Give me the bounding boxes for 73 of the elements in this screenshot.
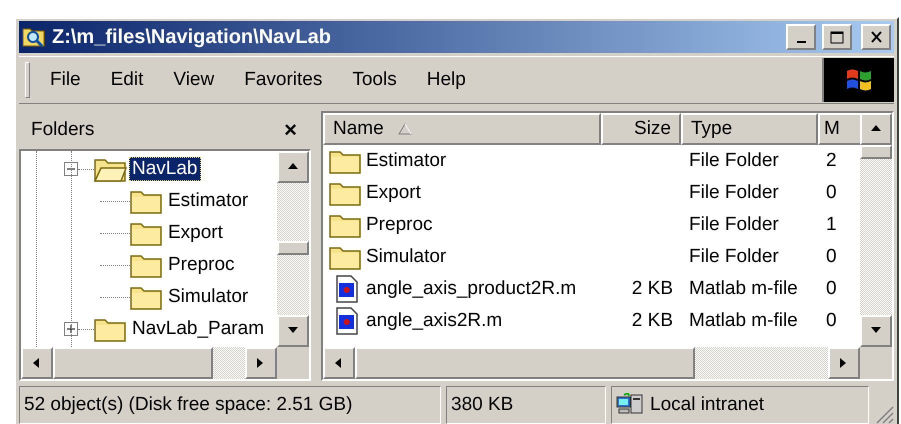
collapse-button[interactable] [64, 162, 78, 176]
scroll-left-button[interactable] [323, 347, 355, 379]
file-name[interactable]: Export [366, 182, 421, 204]
tree-item[interactable]: Estimator [165, 189, 252, 213]
column-header[interactable]: M [818, 113, 860, 145]
scroll-up-button[interactable] [860, 113, 892, 145]
file-name[interactable]: Estimator [366, 150, 446, 172]
horizontal-scrollbar[interactable] [21, 347, 277, 379]
close-button[interactable] [861, 24, 891, 50]
scroll-thumb[interactable] [355, 347, 695, 379]
table-cell: 2 [826, 150, 837, 171]
file-name[interactable]: Preproc [366, 214, 433, 236]
column-header[interactable]: Size [601, 113, 681, 145]
scrollbar-corner [277, 347, 309, 379]
column-header[interactable]: Name [323, 113, 601, 145]
scrollbar-corner [860, 347, 892, 379]
file-size: 2 KB [632, 278, 673, 299]
status-text: 380 KB [451, 394, 514, 416]
tree-item[interactable]: Preproc [165, 253, 238, 277]
expand-button[interactable] [64, 322, 78, 336]
folder-search-icon [22, 26, 46, 48]
scroll-up-button[interactable] [277, 151, 309, 183]
scroll-thumb[interactable] [277, 241, 309, 255]
pane-title: Folders [31, 119, 94, 141]
scroll-right-button[interactable] [828, 347, 860, 379]
maximize-icon [830, 30, 844, 44]
table-cell: 0 [826, 246, 837, 267]
menu-item[interactable]: Tools [342, 65, 407, 95]
column-header[interactable]: Type [681, 113, 818, 145]
file-size: 2 KB [632, 310, 673, 331]
file-type: File Folder [689, 246, 779, 267]
file-type: File Folder [689, 182, 779, 203]
scroll-down-button[interactable] [860, 315, 892, 347]
scroll-right-button[interactable] [245, 347, 277, 379]
sort-ascending-icon [398, 123, 412, 135]
menu-item[interactable]: Favorites [234, 65, 332, 95]
window-title: Z:\m_files\Navigation\NavLab [52, 26, 332, 48]
scroll-down-button[interactable] [277, 315, 309, 347]
table-cell: 0 [826, 278, 837, 299]
close-icon [870, 31, 882, 43]
file-name[interactable]: angle_axis2R.m [366, 310, 502, 332]
menu-item[interactable]: View [163, 65, 224, 95]
file-name[interactable]: Simulator [366, 246, 446, 268]
tree-item[interactable]: NavLab_Param [129, 317, 268, 341]
minimize-icon [796, 41, 806, 43]
tree-item[interactable]: Export [165, 221, 226, 245]
table-cell: 0 [826, 310, 837, 331]
windows-logo [822, 58, 894, 102]
horizontal-scrollbar[interactable] [323, 347, 860, 379]
menu-item[interactable]: Edit [100, 65, 154, 95]
scroll-left-button[interactable] [21, 347, 53, 379]
scroll-thumb[interactable] [860, 145, 892, 159]
file-type: Matlab m-file [689, 310, 798, 331]
resize-grip-icon[interactable] [874, 404, 894, 424]
vertical-scrollbar[interactable] [277, 151, 309, 347]
status-text: Local intranet [650, 394, 764, 416]
tree-item[interactable]: NavLab [129, 157, 200, 181]
plus-icon [66, 324, 76, 334]
file-name[interactable]: angle_axis_product2R.m [366, 278, 576, 300]
scroll-thumb[interactable] [53, 347, 213, 379]
minimize-button[interactable] [786, 24, 816, 50]
table-cell: 0 [826, 182, 837, 203]
file-type: Matlab m-file [689, 278, 798, 299]
file-type: File Folder [689, 214, 779, 235]
close-pane-button[interactable]: × [282, 117, 299, 143]
status-text: 52 object(s) (Disk free space: 2.51 GB) [24, 394, 352, 416]
menu-item[interactable]: File [40, 65, 91, 95]
table-cell: 1 [826, 214, 837, 235]
menu-item[interactable]: Help [416, 65, 476, 95]
maximize-button[interactable] [822, 24, 852, 50]
vertical-scrollbar[interactable] [860, 113, 892, 347]
file-type: File Folder [689, 150, 779, 171]
tree-item[interactable]: Simulator [165, 285, 252, 309]
